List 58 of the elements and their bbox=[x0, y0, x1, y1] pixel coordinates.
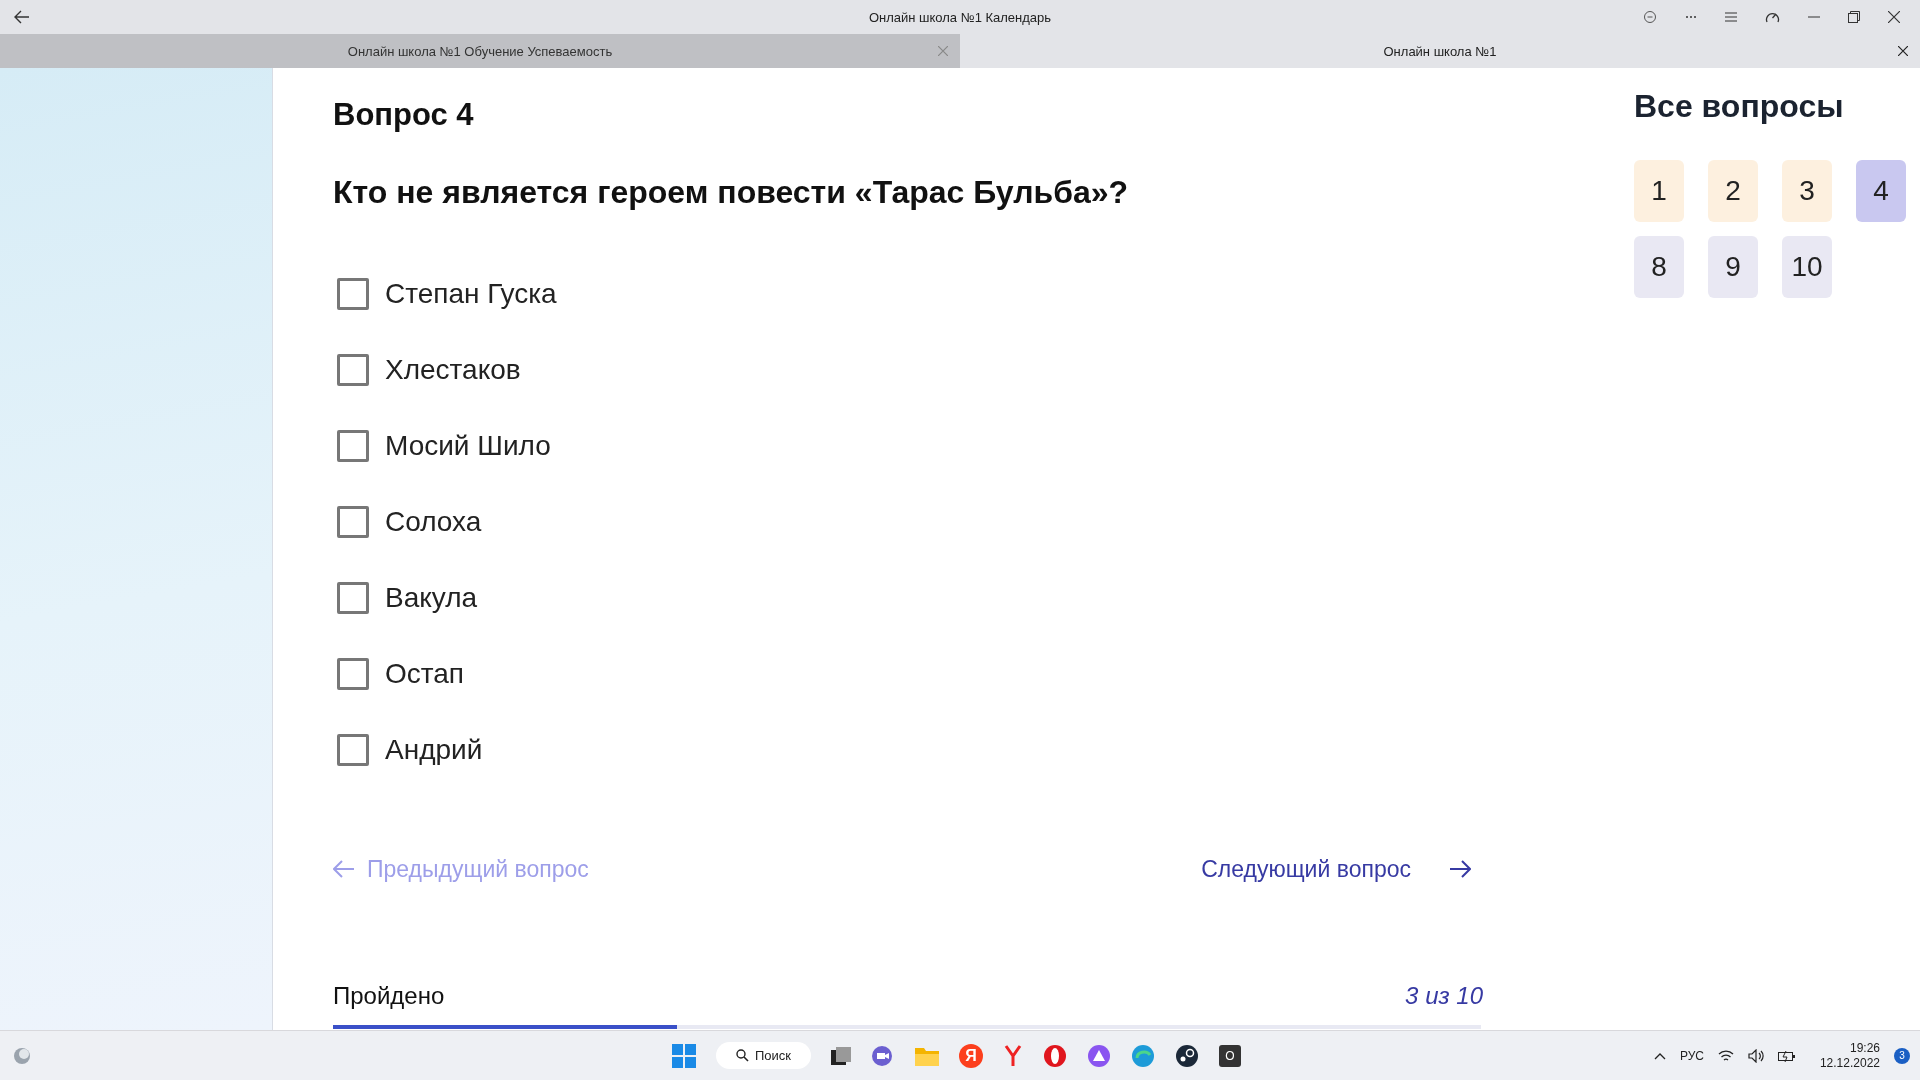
close-icon[interactable] bbox=[1888, 11, 1900, 23]
chevron-up-icon[interactable] bbox=[1653, 1051, 1666, 1060]
search-icon bbox=[736, 1049, 749, 1062]
answer-option[interactable]: Солоха bbox=[385, 506, 482, 538]
back-arrow-icon[interactable] bbox=[14, 10, 30, 24]
question-number-button[interactable]: 2 bbox=[1708, 160, 1758, 222]
question-number-button[interactable]: 8 bbox=[1634, 236, 1684, 298]
checkbox[interactable] bbox=[337, 354, 369, 386]
gauge-icon[interactable] bbox=[1765, 10, 1780, 24]
app-icon[interactable]: O bbox=[1219, 1044, 1242, 1067]
windows-start-icon[interactable] bbox=[672, 1043, 696, 1068]
battery-icon[interactable] bbox=[1777, 1049, 1796, 1062]
restore-icon[interactable] bbox=[1848, 11, 1860, 23]
notification-badge[interactable]: 3 bbox=[1894, 1047, 1910, 1064]
progress-count: 3 из 10 bbox=[1405, 982, 1483, 1010]
question-number-button[interactable]: 9 bbox=[1708, 236, 1758, 298]
answer-option[interactable]: Мосий Шило bbox=[385, 430, 551, 462]
answer-option[interactable]: Хлестаков bbox=[385, 354, 521, 386]
task-view-icon[interactable] bbox=[831, 1046, 852, 1065]
answer-option[interactable]: Андрий bbox=[385, 734, 483, 766]
question-number: Вопрос 4 bbox=[333, 96, 475, 134]
checkbox[interactable] bbox=[337, 430, 369, 462]
triangle-assistant-icon[interactable] bbox=[1087, 1043, 1112, 1068]
taskbar-search[interactable]: Поиск bbox=[716, 1042, 812, 1069]
checkbox[interactable] bbox=[337, 278, 369, 310]
question-nav-link[interactable]: Следующий вопрос bbox=[1201, 855, 1471, 883]
language-indicator[interactable]: РУС bbox=[1679, 1048, 1704, 1063]
volume-icon[interactable] bbox=[1747, 1048, 1764, 1063]
game-launcher-icon[interactable] bbox=[1175, 1043, 1200, 1068]
question-text: Кто не является героем повести «Тарас Бульба»? bbox=[333, 173, 1130, 212]
answer-option[interactable]: Остап bbox=[385, 658, 465, 690]
y-letter-browser-icon[interactable] bbox=[1003, 1044, 1024, 1067]
question-number-button[interactable]: 1 bbox=[1634, 160, 1684, 222]
wifi-icon[interactable] bbox=[1717, 1049, 1734, 1062]
checkbox[interactable] bbox=[337, 582, 369, 614]
window-title: Онлайн школа №1 Календарь bbox=[868, 9, 1052, 25]
clock-time[interactable]: 19:26 bbox=[1849, 1040, 1880, 1056]
panel-title: Все вопросы bbox=[1634, 87, 1845, 126]
chat-bubble-icon[interactable] bbox=[1643, 10, 1657, 24]
ring-browser-icon[interactable] bbox=[1043, 1043, 1068, 1068]
browser-tab[interactable]: Онлайн школа №1 Обучение Успеваемость bbox=[0, 34, 960, 68]
more-icon[interactable] bbox=[1685, 15, 1697, 19]
question-number-button[interactable]: 4 bbox=[1856, 160, 1906, 222]
answer-option[interactable]: Степан Гуска bbox=[385, 278, 557, 310]
wave-browser-icon[interactable] bbox=[1131, 1043, 1156, 1068]
menu-icon[interactable] bbox=[1725, 12, 1737, 22]
right-arrow-icon bbox=[1449, 860, 1471, 878]
checkbox[interactable] bbox=[337, 734, 369, 766]
progress-label: Пройдено bbox=[333, 982, 445, 1010]
close-icon[interactable] bbox=[1898, 46, 1908, 56]
left-arrow-icon bbox=[333, 860, 355, 878]
yandex-app-icon[interactable]: Я bbox=[959, 1043, 984, 1068]
clock-date[interactable]: 12.12.2022 bbox=[1819, 1055, 1880, 1071]
answer-option[interactable]: Вакула bbox=[385, 582, 478, 614]
question-number-button[interactable]: 3 bbox=[1782, 160, 1832, 222]
checkbox[interactable] bbox=[337, 658, 369, 690]
checkbox[interactable] bbox=[337, 506, 369, 538]
question-number-button[interactable]: 10 bbox=[1782, 236, 1832, 298]
